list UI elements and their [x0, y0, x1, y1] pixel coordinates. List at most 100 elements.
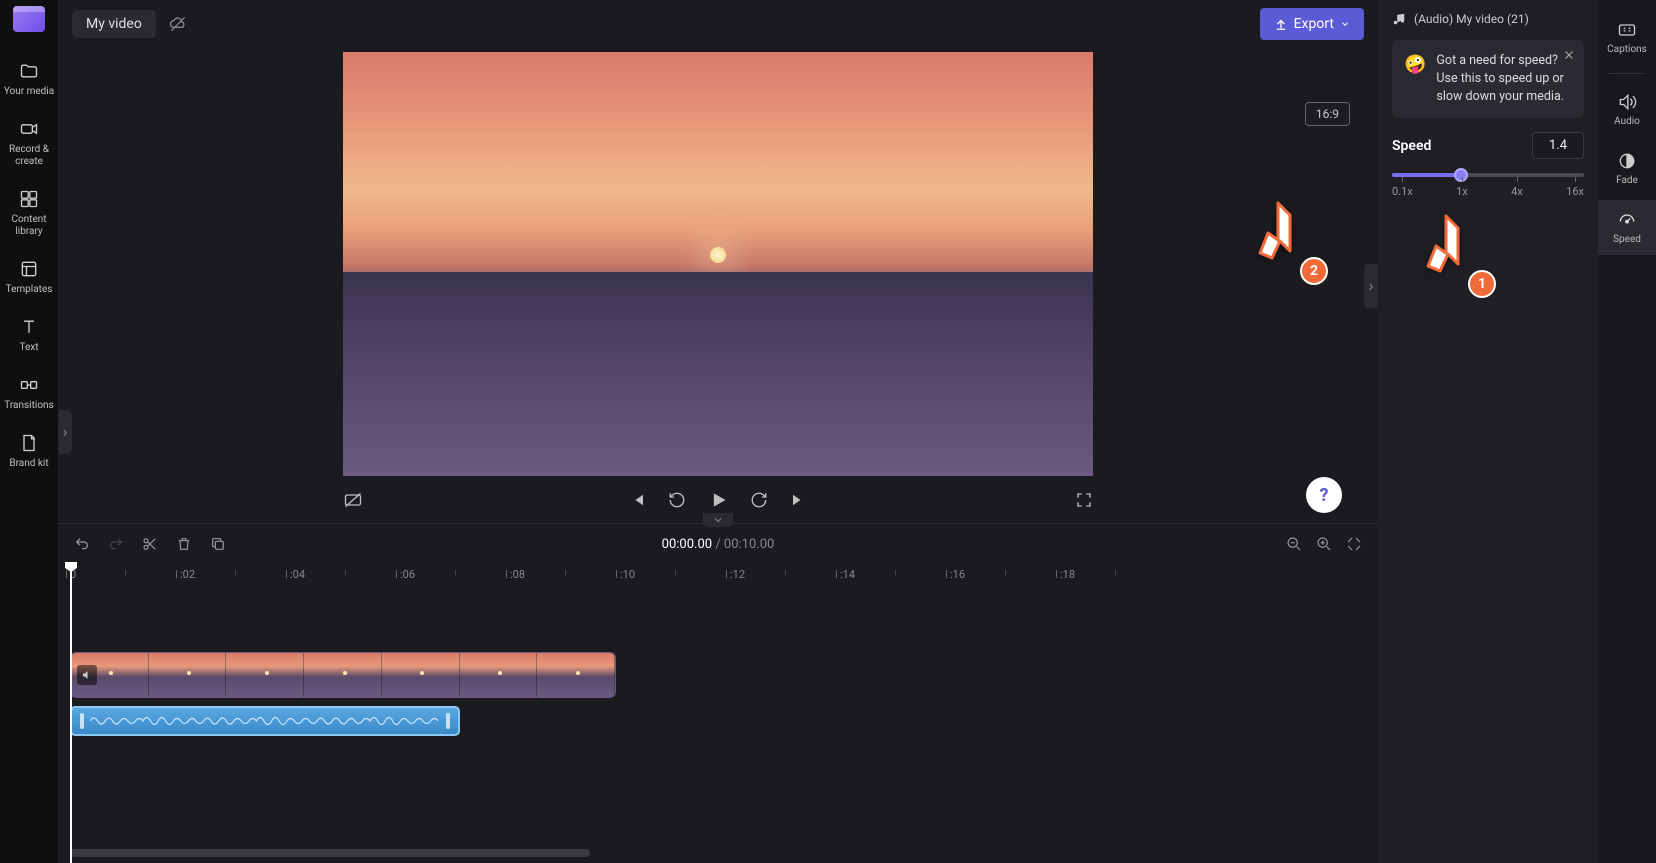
nav-label: Your media [4, 86, 54, 98]
timeline-tracks[interactable] [70, 594, 1366, 863]
templates-icon [18, 258, 40, 280]
ruler-tick: :14 [840, 568, 855, 581]
rail-audio[interactable]: Audio [1598, 82, 1656, 137]
timeline-ruler[interactable]: 0:02:04:06:08:10:12:14:16:18 [70, 564, 1366, 594]
duplicate-icon[interactable] [210, 536, 226, 552]
nav-label: Brand kit [9, 458, 48, 470]
transport-controls [343, 490, 1093, 510]
project-title[interactable]: My video [72, 10, 156, 38]
close-icon[interactable] [1562, 48, 1576, 62]
nav-label: Text [19, 342, 38, 354]
fade-icon [1617, 151, 1637, 171]
app-logo[interactable] [13, 6, 45, 32]
rail-fade[interactable]: Fade [1598, 141, 1656, 196]
text-icon [18, 316, 40, 338]
delete-icon[interactable] [176, 536, 192, 552]
timeline-scrollbar[interactable] [70, 849, 1366, 857]
speed-tip-card: 🤪 Got a need for speed? Use this to spee… [1392, 40, 1584, 118]
music-note-icon [1392, 12, 1406, 26]
ruler-tick: :10 [620, 568, 635, 581]
fullscreen-icon[interactable] [1075, 491, 1093, 509]
total-time: 00:10.00 [724, 537, 774, 552]
ruler-tick: :12 [730, 568, 745, 581]
help-button[interactable]: ? [1306, 477, 1342, 513]
aspect-ratio-badge[interactable]: 16:9 [1305, 102, 1350, 126]
play-icon[interactable] [708, 490, 728, 510]
captions-icon [1617, 20, 1637, 40]
video-clip[interactable] [70, 652, 616, 698]
ruler-tick: :06 [400, 568, 415, 581]
slider-tick-label: 16x [1566, 185, 1584, 198]
nav-record-create[interactable]: Record & create [0, 108, 58, 178]
undo-icon[interactable] [74, 536, 90, 552]
split-icon[interactable] [142, 536, 158, 552]
chevron-down-icon [1340, 19, 1350, 29]
slider-tick-label: 4x [1511, 185, 1523, 198]
redo-icon[interactable] [108, 536, 124, 552]
audio-clip[interactable] [70, 706, 460, 736]
zoom-out-icon[interactable] [1286, 536, 1302, 552]
ruler-tick: :02 [180, 568, 195, 581]
rail-captions[interactable]: Captions [1598, 10, 1656, 65]
clip-handle-right[interactable] [446, 713, 450, 729]
current-time: 00:00.00 [662, 537, 712, 552]
nav-content-library[interactable]: Content library [0, 178, 58, 248]
speedometer-icon [1617, 210, 1637, 230]
transitions-icon [18, 374, 40, 396]
rewind-icon[interactable] [668, 491, 686, 509]
playhead[interactable] [70, 564, 72, 863]
speed-slider[interactable]: 0.1x 1x 4x 16x [1392, 173, 1584, 198]
topbar: My video Export [58, 0, 1378, 48]
tip-text: Got a need for speed? Use this to speed … [1436, 52, 1572, 106]
ruler-tick: :04 [290, 568, 305, 581]
nav-transitions[interactable]: Transitions [0, 364, 58, 422]
slider-tick-label: 0.1x [1392, 185, 1413, 198]
slider-tick-label: 1x [1456, 185, 1468, 198]
timeline: 00:00.00 / 00:10.00 0:02:04:06:08:10:12:… [58, 523, 1378, 863]
nav-your-media[interactable]: Your media [0, 50, 58, 108]
speaker-icon [1617, 92, 1637, 112]
emoji-icon: 🤪 [1404, 52, 1426, 106]
timeline-toolbar: 00:00.00 / 00:10.00 [58, 524, 1378, 564]
ruler-tick: :16 [950, 568, 965, 581]
collapse-right-panel[interactable]: › [1364, 264, 1378, 308]
nav-brand-kit[interactable]: Brand kit [0, 422, 58, 480]
preview-area: 16:9 ? › [58, 48, 1378, 523]
inspector-panel: (Audio) My video (21) 🤪 Got a need for s… [1378, 0, 1598, 863]
clip-handle-left[interactable] [80, 713, 84, 729]
selected-clip-title: (Audio) My video (21) [1392, 12, 1584, 26]
speed-input[interactable] [1532, 132, 1584, 159]
rail-speed[interactable]: Speed [1598, 200, 1656, 255]
folder-icon [18, 60, 40, 82]
ruler-tick: :18 [1060, 568, 1075, 581]
left-sidebar: Your media Record & create Content libra… [0, 0, 58, 863]
camera-icon [18, 118, 40, 140]
forward-icon[interactable] [750, 491, 768, 509]
speed-row: Speed [1392, 132, 1584, 159]
main-area: › My video Export 16:9 [58, 0, 1378, 863]
ruler-tick: :08 [510, 568, 525, 581]
nav-label: Transitions [4, 400, 53, 412]
skip-forward-icon[interactable] [790, 491, 808, 509]
clip-mute-icon[interactable] [77, 665, 97, 685]
tool-rail: Captions Audio Fade Speed [1598, 0, 1656, 863]
video-preview[interactable] [343, 52, 1093, 476]
nav-label: Templates [6, 284, 53, 296]
timecode: 00:00.00 / 00:10.00 [662, 537, 775, 552]
speed-label: Speed [1392, 138, 1431, 154]
brandkit-icon [18, 432, 40, 454]
nav-text[interactable]: Text [0, 306, 58, 364]
export-button[interactable]: Export [1260, 8, 1364, 40]
hide-preview-icon[interactable] [343, 490, 363, 510]
cloud-sync-icon[interactable] [168, 14, 188, 34]
fit-icon[interactable] [1346, 536, 1362, 552]
nav-label: Record & create [9, 144, 49, 168]
library-icon [18, 188, 40, 210]
export-label: Export [1294, 16, 1334, 32]
waveform [90, 714, 440, 728]
upload-icon [1274, 17, 1288, 31]
nav-templates[interactable]: Templates [0, 248, 58, 306]
zoom-in-icon[interactable] [1316, 536, 1332, 552]
skip-back-icon[interactable] [628, 491, 646, 509]
nav-label: Content library [11, 214, 46, 238]
